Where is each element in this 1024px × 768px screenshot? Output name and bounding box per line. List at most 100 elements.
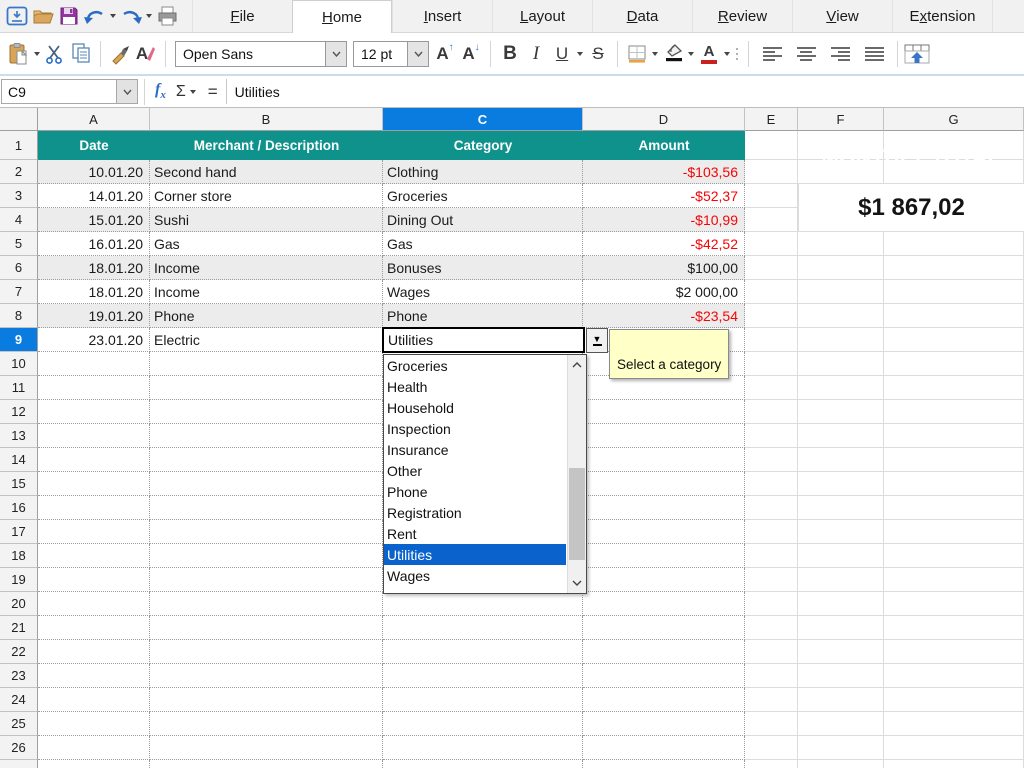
insert-rows-icon[interactable] <box>904 39 930 69</box>
row-header-21[interactable]: 21 <box>0 616 38 640</box>
row-header-24[interactable]: 24 <box>0 688 38 712</box>
cell-merchant[interactable]: Income <box>150 280 383 304</box>
menu-tab-home[interactable]: Home <box>292 0 392 34</box>
borders-icon[interactable] <box>624 39 650 69</box>
dropdown-item-rent[interactable]: Rent <box>384 523 566 544</box>
cell-merchant[interactable]: Income <box>150 256 383 280</box>
cell[interactable] <box>745 496 798 520</box>
row-header-18[interactable]: 18 <box>0 544 38 568</box>
cell[interactable] <box>583 376 745 400</box>
cell[interactable] <box>884 280 1024 304</box>
row-header-5[interactable]: 5 <box>0 232 38 256</box>
dropdown-item-health[interactable]: Health <box>384 376 566 397</box>
cell-date[interactable]: 19.01.20 <box>38 304 150 328</box>
cell[interactable] <box>383 592 583 616</box>
font-name-value[interactable]: Open Sans <box>176 42 325 66</box>
font-size-dropdown-icon[interactable] <box>407 42 428 66</box>
cell[interactable] <box>745 280 798 304</box>
cell[interactable] <box>383 664 583 688</box>
cell[interactable] <box>745 304 798 328</box>
monthly-total-header-cell[interactable]: MONTHLY TOTAL <box>798 131 1024 184</box>
column-header-g[interactable]: G <box>884 108 1024 131</box>
align-right-icon[interactable] <box>827 39 853 69</box>
table-header-merchant-description[interactable]: Merchant / Description <box>150 131 383 160</box>
cell[interactable] <box>150 568 383 592</box>
font-color-dropdown-icon[interactable] <box>722 40 732 68</box>
cell[interactable] <box>798 712 884 736</box>
clone-formatting-icon[interactable] <box>107 39 133 69</box>
name-box[interactable]: C9 <box>1 79 138 104</box>
cell[interactable] <box>38 376 150 400</box>
column-header-d[interactable]: D <box>583 108 745 131</box>
row-header-7[interactable]: 7 <box>0 280 38 304</box>
cell[interactable] <box>383 616 583 640</box>
cell[interactable] <box>745 131 798 160</box>
row-header-16[interactable]: 16 <box>0 496 38 520</box>
row-header-14[interactable]: 14 <box>0 448 38 472</box>
cell[interactable] <box>745 448 798 472</box>
cell[interactable] <box>150 496 383 520</box>
cell[interactable] <box>38 496 150 520</box>
cell[interactable] <box>583 424 745 448</box>
cell[interactable] <box>745 400 798 424</box>
cell[interactable] <box>150 760 383 768</box>
cell[interactable] <box>383 760 583 768</box>
table-header-amount[interactable]: Amount <box>583 131 745 160</box>
scroll-down-icon[interactable] <box>568 573 586 593</box>
cell[interactable] <box>745 184 798 208</box>
cell[interactable] <box>583 448 745 472</box>
cell-date[interactable]: 15.01.20 <box>38 208 150 232</box>
cell[interactable] <box>798 424 884 448</box>
cell[interactable] <box>745 352 798 376</box>
cell[interactable] <box>745 376 798 400</box>
cell-merchant[interactable]: Second hand <box>150 160 383 184</box>
menu-tab-view[interactable]: View <box>792 0 892 32</box>
dropdown-item-registration[interactable]: Registration <box>384 502 566 523</box>
align-center-icon[interactable] <box>793 39 819 69</box>
scrollbar-thumb[interactable] <box>569 468 585 560</box>
paste-icon[interactable] <box>6 39 32 69</box>
cell[interactable] <box>798 376 884 400</box>
selected-cell-c9[interactable]: Utilities <box>382 327 585 353</box>
cell[interactable] <box>798 400 884 424</box>
cell[interactable] <box>150 688 383 712</box>
row-header-3[interactable]: 3 <box>0 184 38 208</box>
cell[interactable] <box>798 520 884 544</box>
row-header-25[interactable]: 25 <box>0 712 38 736</box>
cell[interactable] <box>798 256 884 280</box>
cell[interactable] <box>150 712 383 736</box>
cell[interactable] <box>38 400 150 424</box>
cell[interactable] <box>884 424 1024 448</box>
cell[interactable] <box>583 400 745 424</box>
cell[interactable] <box>884 568 1024 592</box>
cell[interactable] <box>150 424 383 448</box>
cell[interactable] <box>583 616 745 640</box>
cell[interactable] <box>745 424 798 448</box>
column-header-b[interactable]: B <box>150 108 383 131</box>
cell[interactable] <box>884 352 1024 376</box>
row-header-27[interactable] <box>0 760 38 768</box>
cell-date[interactable]: 18.01.20 <box>38 256 150 280</box>
cell-category[interactable]: Bonuses <box>383 256 583 280</box>
cell[interactable] <box>150 400 383 424</box>
cell[interactable] <box>38 472 150 496</box>
row-header-4[interactable]: 4 <box>0 208 38 232</box>
cell[interactable] <box>583 712 745 736</box>
cell[interactable] <box>38 352 150 376</box>
cell[interactable] <box>150 640 383 664</box>
underline-dropdown-icon[interactable] <box>575 40 585 68</box>
paste-dropdown-icon[interactable] <box>32 40 42 68</box>
cell[interactable] <box>383 640 583 664</box>
cell[interactable] <box>383 712 583 736</box>
equals-icon[interactable]: = <box>208 82 218 102</box>
cell[interactable] <box>583 760 745 768</box>
redo-icon[interactable] <box>118 2 144 30</box>
cell[interactable] <box>884 664 1024 688</box>
scroll-up-icon[interactable] <box>568 355 586 375</box>
print-icon[interactable] <box>154 2 180 30</box>
cell[interactable] <box>150 736 383 760</box>
formula-input[interactable]: Utilities <box>226 79 1024 104</box>
open-folder-icon[interactable] <box>30 2 56 30</box>
cell[interactable] <box>884 232 1024 256</box>
cell[interactable] <box>150 376 383 400</box>
